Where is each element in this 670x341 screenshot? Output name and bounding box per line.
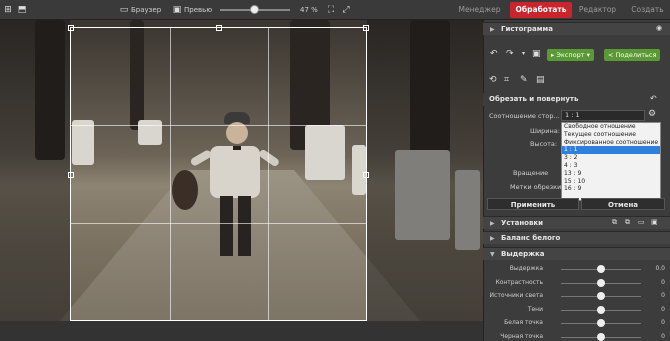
crop-grid-line xyxy=(71,125,366,126)
redo-icon[interactable]: ↷ xyxy=(506,48,514,60)
adjustment-value: 0 xyxy=(661,319,665,326)
chevron-right-icon: ▶ xyxy=(490,220,495,227)
rotate-label: Вращение xyxy=(513,169,549,177)
crop-grid-line xyxy=(71,223,366,224)
adjustment-row: Выдержка 0.0 xyxy=(483,264,670,276)
adjustment-slider-knob[interactable] xyxy=(597,319,605,327)
crop-mask-right xyxy=(367,20,483,321)
share-button[interactable]: < Поделиться xyxy=(604,49,661,61)
ratio-select[interactable]: 1 : 1 xyxy=(561,110,645,121)
preview-icon[interactable]: ▣ xyxy=(171,4,183,16)
paste-icon[interactable]: ⧉ xyxy=(625,216,630,228)
tab-create[interactable]: Создать xyxy=(625,0,670,20)
width-label: Ширина: xyxy=(530,127,560,135)
ratio-dropdown[interactable]: Свободное отношение Текущее соотношение … xyxy=(561,122,661,201)
adjustment-label: Белая точка xyxy=(504,319,543,326)
ratio-option[interactable]: Текущее соотношение xyxy=(562,131,660,139)
adjustment-row: Черная точка 0 xyxy=(483,332,670,341)
crop-frame[interactable] xyxy=(68,25,369,321)
ratio-label: Соотношение стор... xyxy=(489,112,560,120)
crop-handle[interactable] xyxy=(216,25,222,31)
filmstrip-area xyxy=(0,321,483,341)
crop-handle[interactable] xyxy=(363,25,369,31)
ratio-option[interactable]: 4 : 3 xyxy=(562,162,660,170)
fit-icon[interactable]: ⛶ xyxy=(325,4,337,16)
crop-grid-line xyxy=(268,28,269,320)
image-icon[interactable]: ▤ xyxy=(536,74,545,86)
adjustment-slider-knob[interactable] xyxy=(597,332,605,341)
apply-button[interactable]: Применить xyxy=(487,198,579,210)
crop-handle[interactable] xyxy=(363,172,369,178)
adjustment-slider-knob[interactable] xyxy=(597,292,605,300)
photo-canvas[interactable] xyxy=(0,20,483,321)
export-button[interactable]: ▸ Экспорт ▾ xyxy=(547,49,594,61)
ratio-option[interactable]: 3 : 2 xyxy=(562,154,660,162)
copy-icon[interactable]: ⧉ xyxy=(612,216,617,228)
crop-mask-left xyxy=(0,20,70,321)
zoom-value: 47 % xyxy=(300,6,318,14)
ratio-option-selected[interactable]: 1 : 1 xyxy=(562,146,660,155)
adjustment-row: Контрастность 0 xyxy=(483,278,670,290)
undo-icon[interactable]: ↶ xyxy=(490,48,498,60)
chevron-right-icon: ▶ xyxy=(490,26,495,33)
adjustment-value: 0 xyxy=(661,332,665,340)
crop-icon[interactable]: ⌗ xyxy=(504,74,509,86)
adjustment-value: 0 xyxy=(661,278,665,286)
white-balance-section-header[interactable]: ▶ Баланс белого xyxy=(483,231,670,244)
adjustment-slider-knob[interactable] xyxy=(597,305,605,314)
preview-button[interactable]: Превью xyxy=(184,0,212,20)
adjustment-label: Источники света xyxy=(489,292,543,299)
ratio-option[interactable]: Свободное отношение xyxy=(562,123,660,131)
ratio-option[interactable]: 16 : 9 xyxy=(562,185,660,193)
top-toolbar: ⊞ ⬒ ▭ Браузер ▣ Превью 47 % ⛶ ⤢ Менеджер… xyxy=(0,0,670,20)
delete-icon[interactable]: ▭ xyxy=(638,216,645,228)
ratio-option[interactable]: 13 : 9 xyxy=(562,170,660,178)
adjustment-label: Контрастность xyxy=(495,278,543,286)
adjustment-row: Источники света 0 xyxy=(483,291,670,303)
adjustment-label: Выдержка xyxy=(509,265,543,272)
adjustment-slider-knob[interactable] xyxy=(597,265,605,273)
browser-button[interactable]: Браузер xyxy=(131,0,161,20)
zoom-slider-knob[interactable] xyxy=(250,5,259,14)
adjustment-slider-knob[interactable] xyxy=(597,278,605,287)
chevron-down-icon: ▼ xyxy=(490,251,495,258)
import-icon[interactable]: ⬒ xyxy=(16,4,28,16)
crop-section-header: Обрезать и повернуть xyxy=(483,93,670,106)
height-label: Высота: xyxy=(530,140,558,148)
fullscreen-icon[interactable]: ⤢ xyxy=(340,4,352,16)
crop-marks-label: Метки обрезки xyxy=(510,183,562,191)
histogram-toggle-icon[interactable]: ◉ xyxy=(656,22,662,34)
ratio-option[interactable]: Фиксированное соотношение xyxy=(562,139,660,147)
tab-editor[interactable]: Редактор xyxy=(575,0,620,20)
adjustment-row: Тени 0 xyxy=(483,305,670,317)
brush-icon[interactable]: ✎ xyxy=(520,74,528,86)
chevron-right-icon: ▶ xyxy=(490,235,495,242)
ratio-option[interactable]: 15 : 10 xyxy=(562,178,660,186)
tab-manager[interactable]: Менеджер xyxy=(452,0,507,20)
reset-icon[interactable]: ↶ xyxy=(650,93,657,105)
crop-grid-line xyxy=(170,28,171,320)
adjustment-label: Тени xyxy=(527,305,543,313)
histogram-header[interactable]: ▶ Гистограмма xyxy=(483,22,670,35)
tab-develop[interactable]: Обработать xyxy=(510,2,572,18)
cancel-button[interactable]: Отмена xyxy=(581,198,665,210)
crop-handle[interactable] xyxy=(68,25,74,31)
adjustment-value: 0 xyxy=(661,292,665,299)
adjustment-value: 0.0 xyxy=(655,265,665,272)
rotate-icon[interactable]: ⟲ xyxy=(489,74,497,86)
chevron-down-icon[interactable]: ▾ xyxy=(522,48,525,60)
gear-icon[interactable]: ⚙ xyxy=(648,108,656,120)
adjustment-label: Черная точка xyxy=(500,332,543,340)
exposure-section-header[interactable]: ▼ Выдержка xyxy=(483,247,670,260)
add-icon[interactable]: ⊞ xyxy=(2,4,14,16)
adjustment-value: 0 xyxy=(661,305,665,313)
browser-icon[interactable]: ▭ xyxy=(118,4,130,16)
adjustment-row: Белая точка 0 xyxy=(483,318,670,330)
crop-handle[interactable] xyxy=(68,172,74,178)
save-icon[interactable]: ▣ xyxy=(651,216,658,228)
compare-icon[interactable]: ▣ xyxy=(532,48,541,60)
